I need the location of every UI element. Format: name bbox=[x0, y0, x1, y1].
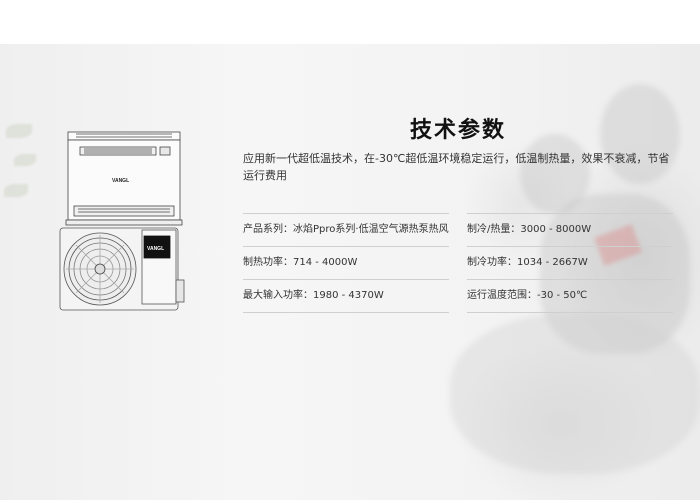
spec-heating-power: 制热功率：714 - 4000W bbox=[243, 246, 449, 279]
outdoor-unit bbox=[59, 227, 185, 311]
spec-table: 产品系列：冰焰Ppro系列·低温空气源热泵热风机 制冷/热量：3000 - 80… bbox=[243, 213, 673, 313]
leaf-decoration bbox=[4, 184, 28, 197]
section-title: 技术参数 bbox=[409, 118, 506, 143]
spec-cooling-heating-capacity: 制冷/热量：3000 - 8000W bbox=[467, 213, 673, 246]
outdoor-unit-logo: VANGL bbox=[147, 246, 164, 252]
spec-row: 产品系列：冰焰Ppro系列·低温空气源热泵热风机 制冷/热量：3000 - 80… bbox=[243, 213, 673, 246]
page: VANGL VANGL 技术参数 应用新一代超低温技术，在-30℃超低温环境稳定… bbox=[0, 0, 700, 500]
spec-row: 制热功率：714 - 4000W 制冷功率：1034 - 2667W bbox=[243, 246, 673, 279]
spec-row: 最大输入功率：1980 - 4370W 运行温度范围：-30 - 50℃ bbox=[243, 279, 673, 313]
indoor-unit-logo: VANGL bbox=[112, 178, 129, 184]
leaf-decoration bbox=[6, 124, 32, 138]
spec-operating-temperature: 运行温度范围：-30 - 50℃ bbox=[467, 279, 673, 313]
leaf-decoration bbox=[14, 154, 36, 166]
spec-product-series: 产品系列：冰焰Ppro系列·低温空气源热泵热风机 bbox=[243, 213, 449, 246]
spec-cooling-power: 制冷功率：1034 - 2667W bbox=[467, 246, 673, 279]
sofa-silhouette bbox=[450, 314, 700, 474]
product-image: VANGL VANGL bbox=[59, 131, 185, 311]
spec-max-input-power: 最大输入功率：1980 - 4370W bbox=[243, 279, 449, 313]
section-description: 应用新一代超低温技术，在-30℃超低温环境稳定运行，低温制热量，效果不衰减，节省… bbox=[243, 152, 670, 182]
